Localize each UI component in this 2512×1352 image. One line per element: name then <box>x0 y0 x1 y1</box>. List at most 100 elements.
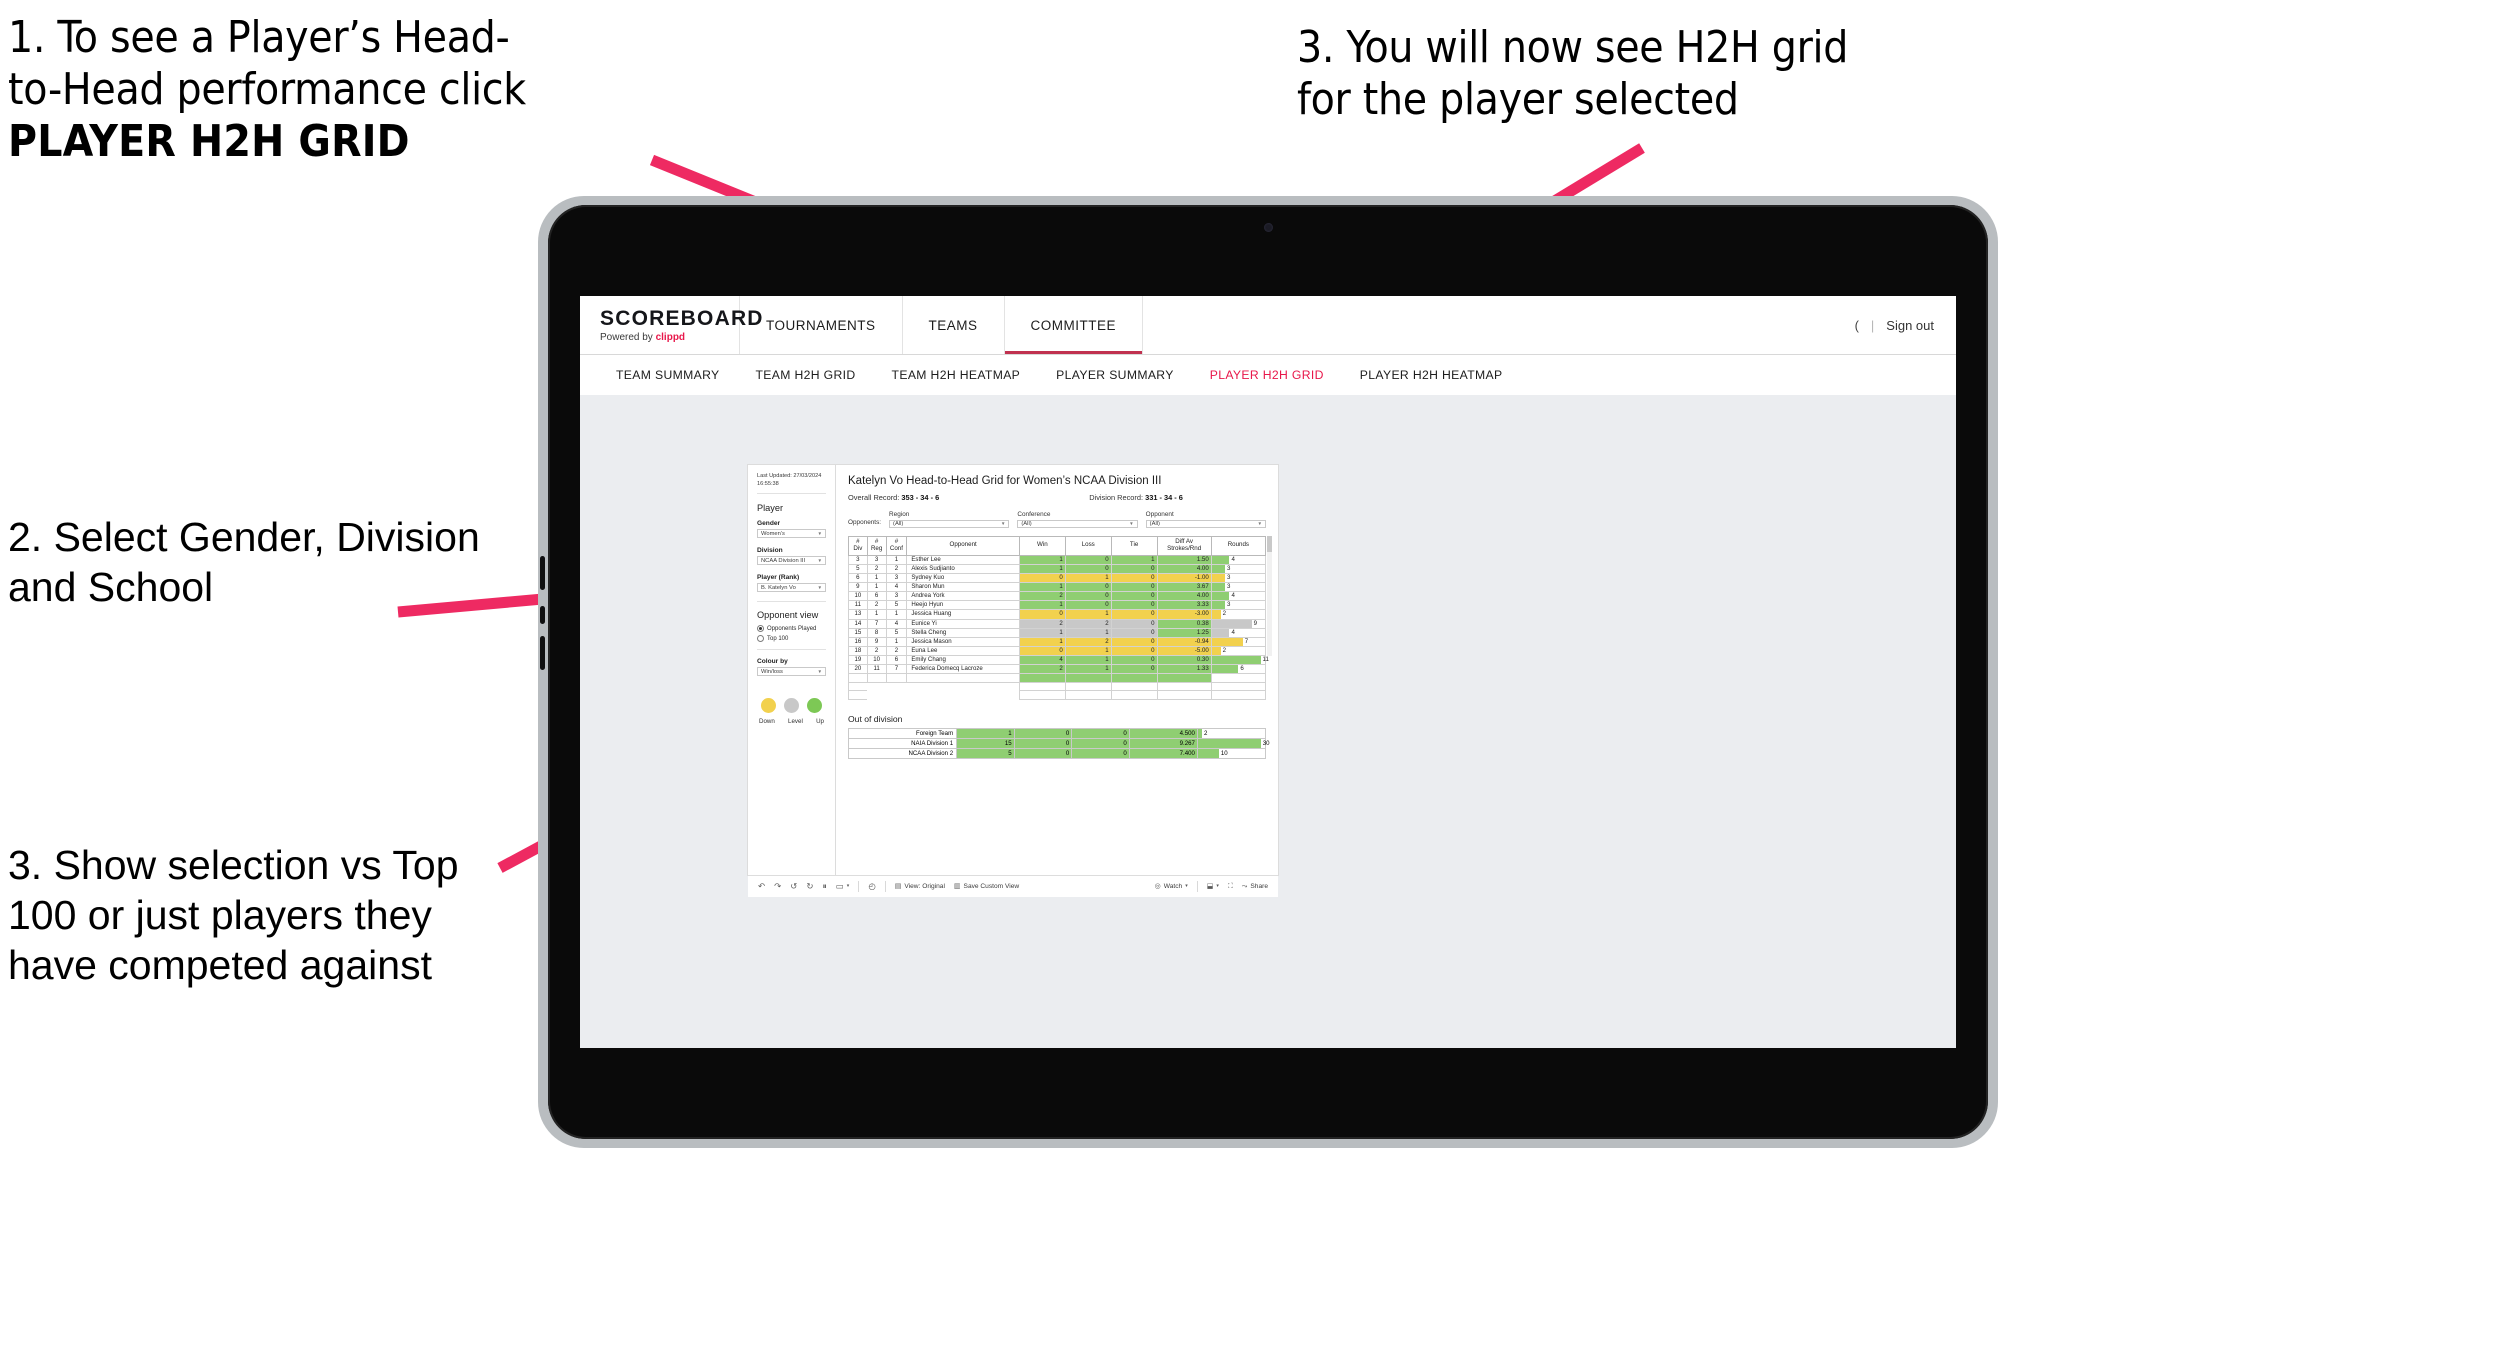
column-header-div[interactable]: # Div <box>848 536 868 556</box>
subnav-team-h2h-grid[interactable]: TEAM H2H GRID <box>738 368 874 382</box>
annotation-2-line-1: 3. You will now see H2H grid <box>1297 22 1849 73</box>
table-row[interactable]: 15 8 5 Stella Cheng 1 1 0 1.25 4 <box>848 627 1267 638</box>
cell-opponent: Andrea York <box>906 591 1020 602</box>
refresh-icon[interactable]: ↻ <box>806 882 813 891</box>
radio-unselected-icon <box>757 635 764 643</box>
fullscreen-icon[interactable]: ⛶ <box>1228 883 1233 890</box>
grid-scrollbar-track[interactable] <box>1267 536 1272 656</box>
radio-top-100[interactable]: Top 100 <box>757 635 826 643</box>
cell-tie: 0 <box>1110 591 1158 602</box>
player-rank-value: B. Katelyn Vo <box>761 584 796 591</box>
cell-opponent: Heejo Hyun <box>906 600 1020 611</box>
logo[interactable]: SCOREBOARD Powered by clippd <box>580 296 762 354</box>
cell-loss: 1 <box>1064 654 1112 666</box>
cell-diff: -1.00 <box>1156 573 1212 584</box>
h2h-grid-wrap: # Div # Reg # Conf Opponent Win Loss Tie Diff Av St… <box>848 536 1272 700</box>
column-header-rounds[interactable]: Rounds <box>1210 536 1267 556</box>
column-header-loss[interactable]: Loss <box>1064 536 1112 556</box>
colour-by-select[interactable]: Win/loss ▼ <box>757 667 826 677</box>
column-header-conf[interactable]: # Conf <box>885 536 908 556</box>
primary-nav: TOURNAMENTS TEAMS COMMITTEE <box>740 296 1144 354</box>
table-row-partial[interactable] <box>848 673 1267 683</box>
column-header-win[interactable]: Win <box>1018 536 1066 556</box>
annotation-1: 1. To see a Player’s Head- to-Head perfo… <box>8 12 768 168</box>
table-row[interactable]: 11 2 5 Heejo Hyun 1 0 0 3.33 3 <box>848 600 1267 611</box>
table-row[interactable]: 3 3 1 Esther Lee 1 0 1 1.50 4 <box>848 554 1267 565</box>
nav-committee[interactable]: COMMITTEE <box>1005 296 1144 354</box>
table-row[interactable]: 19 10 6 Emily Chang 4 1 0 0.30 11 <box>848 654 1269 666</box>
cell-tie: 0 <box>1110 654 1158 666</box>
filter-conference-select[interactable]: (All) ▼ <box>1017 519 1138 528</box>
subnav-player-summary[interactable]: PLAYER SUMMARY <box>1038 368 1192 382</box>
division-record-value: 331 - 34 - 6 <box>1145 493 1183 502</box>
alert-group[interactable]: ▭ ▾ <box>836 882 850 891</box>
cell-div: 16 <box>848 636 868 647</box>
out-of-division-row[interactable]: NAIA Division 1 15 0 0 9.267 30 <box>847 737 1270 749</box>
player-rank-label: Player (Rank) <box>757 574 800 582</box>
column-header-opponent[interactable]: Opponent <box>906 536 1020 556</box>
clock-icon[interactable]: ◴ <box>868 882 875 891</box>
visualization-card: Last Updated: 27/03/2024 16:55:38 Player… <box>748 465 1278 875</box>
cell-conf: 7 <box>885 663 908 675</box>
cell-empty <box>848 690 868 700</box>
pause-icon[interactable]: ⏸ <box>823 882 827 891</box>
division-record-label: Division Record: <box>1089 493 1144 502</box>
cell-loss: 1 <box>1064 627 1112 638</box>
cell-rounds: 11 <box>1210 654 1269 666</box>
division-select[interactable]: NCAA Division III ▼ <box>757 556 826 566</box>
table-row[interactable]: 18 2 2 Euna Lee 0 1 0 -5.00 2 <box>848 645 1267 656</box>
cell-tie: 0 <box>1110 618 1158 629</box>
grid-scrollbar-thumb[interactable] <box>1267 536 1272 552</box>
table-row[interactable]: 10 6 3 Andrea York 2 0 0 4.00 4 <box>848 591 1267 602</box>
save-custom-view-button[interactable]: ▥ Save Custom View <box>954 883 1019 890</box>
table-row[interactable]: 5 2 2 Alexis Sudjianto 1 0 0 4.00 3 <box>848 563 1267 575</box>
player-rank-select[interactable]: B. Katelyn Vo ▼ <box>757 583 826 593</box>
table-row[interactable]: 14 7 4 Eunice Yi 2 2 0 0.38 9 <box>848 618 1267 629</box>
chevron-down-icon: ▼ <box>817 531 822 537</box>
view-original-button[interactable]: ▤ View: Original <box>895 883 945 890</box>
cell-reg: 1 <box>866 573 887 584</box>
cell-conf: 3 <box>885 573 908 584</box>
filter-opponent-select[interactable]: (All) ▼ <box>1145 519 1266 528</box>
cell-reg: 11 <box>866 663 887 675</box>
radio-opponents-played[interactable]: Opponents Played <box>757 625 826 633</box>
table-row[interactable]: 13 1 1 Jessica Huang 0 1 0 -3.00 2 <box>848 609 1267 620</box>
out-of-division-row[interactable]: NCAA Division 2 5 0 0 7.400 10 <box>847 747 1267 759</box>
panel-section-title-opponent-view: Opponent view <box>757 610 819 621</box>
download-button[interactable]: ⬓ ▾ <box>1207 883 1219 890</box>
undo-icon[interactable]: ↶ <box>758 882 765 891</box>
table-row[interactable]: 6 1 3 Sydney Kuo 0 1 0 -1.00 3 <box>848 573 1267 584</box>
gender-select[interactable]: Women’s ▼ <box>757 529 826 539</box>
cell-opponent: Foreign Team <box>847 727 958 739</box>
user-menu-truncated[interactable]: ) <box>1849 318 1859 333</box>
subnav-player-h2h-grid[interactable]: PLAYER H2H GRID <box>1192 368 1342 382</box>
subnav-player-h2h-heatmap[interactable]: PLAYER H2H HEATMAP <box>1342 368 1521 382</box>
subnav-team-h2h-heatmap[interactable]: TEAM H2H HEATMAP <box>874 368 1039 382</box>
table-row[interactable]: 20 11 7 Federica Domecq Lacroze 2 1 0 1.33 6 <box>848 663 1267 675</box>
column-header-tie[interactable]: Tie <box>1110 536 1158 556</box>
nav-tournaments[interactable]: TOURNAMENTS <box>740 296 903 354</box>
watch-button[interactable]: ◎ Watch ▾ <box>1155 883 1188 890</box>
filter-region: Region (All) ▼ <box>889 511 1010 528</box>
cell-empty <box>906 690 1020 700</box>
redo-icon[interactable]: ↷ <box>774 882 781 891</box>
subnav-team-summary[interactable]: TEAM SUMMARY <box>598 368 738 382</box>
revert-icon[interactable]: ↺ <box>790 882 797 891</box>
table-row[interactable]: 9 1 4 Sharon Mun 1 0 0 3.67 3 <box>848 582 1267 593</box>
column-header-reg[interactable]: # Reg <box>866 536 887 556</box>
column-header-diff-av-strokes-rnd[interactable]: Diff Av Strokes/Rnd <box>1156 536 1212 556</box>
out-of-division-row[interactable]: Foreign Team 1 0 0 4.500 2 <box>847 727 1267 739</box>
tablet-side-port-1 <box>540 556 545 590</box>
filter-opponent-value: (All) <box>1149 520 1160 527</box>
rounds-bar <box>1211 592 1230 601</box>
nav-teams[interactable]: TEAMS <box>903 296 1005 354</box>
share-button[interactable]: ⤳ Share <box>1242 883 1268 890</box>
cell-empty <box>1018 690 1066 700</box>
table-row[interactable]: 16 9 1 Jessica Mason 1 2 0 -0.94 7 <box>848 636 1267 647</box>
filter-region-select[interactable]: (All) ▼ <box>889 519 1010 528</box>
sign-out-link[interactable]: Sign out <box>1886 318 1934 333</box>
cell-div: 13 <box>848 609 868 620</box>
cell-diff: -5.00 <box>1156 645 1212 656</box>
cell-conf: 5 <box>885 600 908 611</box>
rounds-value: 2 <box>1204 730 1208 738</box>
